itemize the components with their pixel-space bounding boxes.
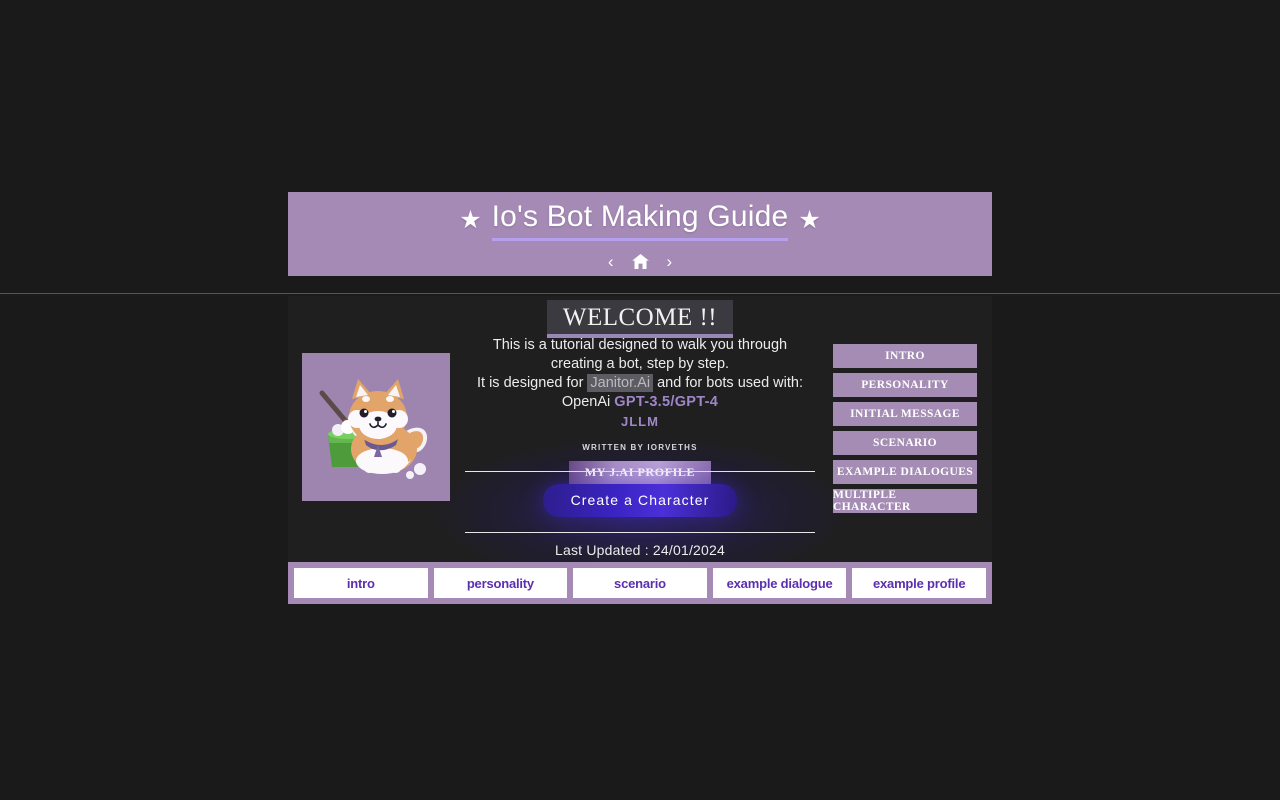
page-root: ★ Io's Bot Making Guide ★ ‹ › WELCOME !! [0,0,1280,800]
divider-below-cta [465,532,815,533]
designed-prefix: It is designed for [477,375,588,391]
star-icon-left: ★ [459,206,482,234]
jllm-label: JLLM [621,414,659,429]
welcome-heading-wrap: WELCOME !! [288,300,992,339]
my-jai-profile-button[interactable]: MY J.AI PROFILE [569,461,711,485]
page-divider [0,293,1280,294]
sidebar-item-example-dialogues[interactable]: EXAMPLE DIALOGUES [833,460,977,484]
create-character-button[interactable]: Create a Character [542,484,738,517]
shiba-illustration [302,353,450,501]
intro-line-3: It is designed for Janitor.Ai and for bo… [438,374,842,393]
tab-scenario[interactable]: scenario [573,568,707,598]
sidebar-item-scenario[interactable]: SCENARIO [833,431,977,455]
written-by-credit: WRITTEN BY IORVETHS [582,443,698,452]
chevron-left-icon[interactable]: ‹ [608,253,614,270]
openai-prefix: OpenAi [561,394,615,410]
star-icon-right: ★ [798,206,821,234]
header-navigation: ‹ › [608,253,672,270]
welcome-heading-box: WELCOME !! [546,300,734,339]
last-updated-text: Last Updated : 24/01/2024 [554,542,726,558]
sidebar-item-personality[interactable]: PERSONALITY [833,373,977,397]
tab-personality[interactable]: personality [433,568,568,598]
header-title-row: ★ Io's Bot Making Guide ★ [459,200,821,241]
main-content-panel: WELCOME !! This is a tutorial designed t… [288,296,992,562]
page-title: Io's Bot Making Guide [491,200,789,241]
intro-line-2: creating a bot, step by step. [550,356,730,372]
tab-intro[interactable]: intro [294,568,428,598]
header-banner: ★ Io's Bot Making Guide ★ ‹ › [288,192,992,276]
tab-example-profile[interactable]: example profile [852,568,986,598]
bottom-tab-bar: intro personality scenario example dialo… [288,562,992,604]
openai-models: GPT-3.5/GPT-4 [614,394,719,410]
intro-line-1: This is a tutorial designed to walk you … [492,337,788,353]
sidebar-item-initial-message[interactable]: INITIAL MESSAGE [833,402,977,426]
home-icon[interactable] [631,253,649,269]
janitor-ai-chip: Janitor.Ai [587,374,654,392]
cta-wrap: Create a Character [288,484,992,517]
intro-copy: This is a tutorial designed to walk you … [438,336,842,485]
designed-suffix: and for bots used with: [653,375,803,391]
chevron-right-icon[interactable]: › [667,253,673,270]
sidebar-item-intro[interactable]: INTRO [833,344,977,368]
tab-example-dialogue[interactable]: example dialogue [712,568,847,598]
divider-above-cta [465,471,815,472]
intro-line-4: OpenAi GPT-3.5/GPT-4 [438,393,842,412]
welcome-heading: WELCOME !! [562,304,718,331]
